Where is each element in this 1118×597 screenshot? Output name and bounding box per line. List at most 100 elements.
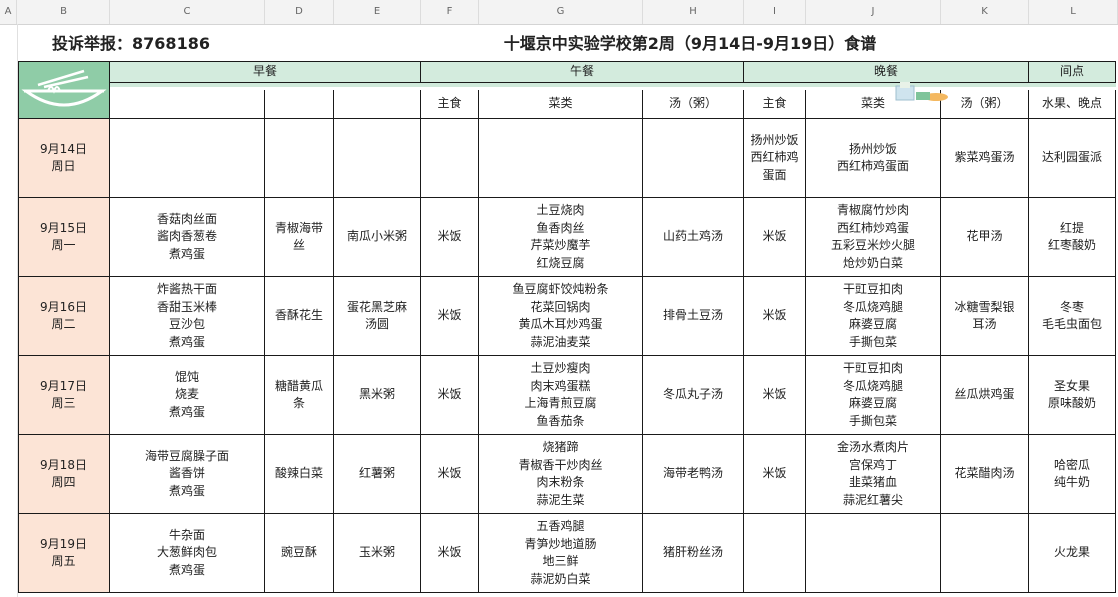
food-deco-icon: [895, 82, 948, 101]
lunch-staple-cell-text: 米饭: [437, 545, 462, 560]
breakfast-main-cell[interactable]: 香菇肉丝面 酱肉香葱卷 煮鸡蛋: [110, 198, 265, 277]
lunch-staple-cell[interactable]: 米饭: [421, 198, 479, 277]
dinner-staple-cell[interactable]: 扬州炒饭 西红柿鸡 蛋面: [744, 119, 806, 198]
breakfast-porridge-cell[interactable]: 蛋花黑芝麻 汤圆: [334, 277, 421, 356]
date-cell-text: 9月15日 周一: [40, 220, 87, 253]
breakfast-main-cell[interactable]: 馄饨 烧麦 煮鸡蛋: [110, 356, 265, 435]
section-snack-label: 间点: [1059, 63, 1084, 78]
breakfast-main-cell[interactable]: [110, 119, 265, 198]
column-header[interactable]: L: [1029, 0, 1118, 24]
subheader-b3[interactable]: [334, 90, 421, 119]
snack-cell[interactable]: 冬枣 毛毛虫面包: [1029, 277, 1116, 356]
subheader-snack[interactable]: 水果、晚点: [1029, 90, 1116, 119]
dinner-staple-cell-text: 扬州炒饭 西红柿鸡 蛋面: [750, 132, 799, 182]
lunch-dishes-cell-text: 土豆炒瘦肉 肉末鸡蛋糕 上海青煎豆腐 鱼香茄条: [524, 361, 597, 428]
breakfast-main-cell[interactable]: 炸酱热干面 香甜玉米棒 豆沙包 煮鸡蛋: [110, 277, 265, 356]
dinner-soup-cell[interactable]: 紫菜鸡蛋汤: [941, 119, 1029, 198]
dinner-dishes-cell[interactable]: 干豇豆扣肉 冬瓜烧鸡腿 麻婆豆腐 手撕包菜: [806, 277, 941, 356]
dinner-dishes-cell[interactable]: 金汤水煮肉片 宫保鸡丁 韭菜猪血 蒜泥红薯尖: [806, 435, 941, 514]
subheader-b1[interactable]: [110, 90, 265, 119]
lunch-dishes-cell[interactable]: [479, 119, 643, 198]
snack-cell[interactable]: 红提 红枣酸奶: [1029, 198, 1116, 277]
lunch-dishes-cell[interactable]: 五香鸡腿 青笋炒地道肠 地三鲜 蒜泥奶白菜: [479, 514, 643, 593]
snack-cell[interactable]: 火龙果: [1029, 514, 1116, 593]
column-header[interactable]: E: [334, 0, 421, 24]
breakfast-side-cell[interactable]: 青椒海带 丝: [265, 198, 334, 277]
breakfast-side-cell[interactable]: 酸辣白菜: [265, 435, 334, 514]
column-header[interactable]: D: [265, 0, 334, 24]
column-header[interactable]: K: [941, 0, 1029, 24]
breakfast-side-cell[interactable]: 豌豆酥: [265, 514, 334, 593]
dinner-staple-cell[interactable]: 米饭: [744, 356, 806, 435]
dinner-dishes-cell[interactable]: 扬州炒饭 西红柿鸡蛋面: [806, 119, 941, 198]
dinner-soup-cell[interactable]: 丝瓜烘鸡蛋: [941, 356, 1029, 435]
lunch-soup-cell[interactable]: 山药土鸡汤: [643, 198, 744, 277]
breakfast-side-cell[interactable]: 糖醋黄瓜 条: [265, 356, 334, 435]
snack-cell[interactable]: 哈密瓜 纯牛奶: [1029, 435, 1116, 514]
dinner-dishes-cell[interactable]: 青椒腐竹炒肉 西红柿炒鸡蛋 五彩豆米炒火腿 炝炒奶白菜: [806, 198, 941, 277]
subheader-lunch-soup[interactable]: 汤（粥）: [643, 90, 744, 119]
column-header[interactable]: G: [479, 0, 643, 24]
breakfast-porridge-cell[interactable]: 玉米粥: [334, 514, 421, 593]
date-cell[interactable]: 9月19日 周五: [18, 514, 110, 593]
dinner-staple-cell[interactable]: 米饭: [744, 277, 806, 356]
breakfast-side-cell[interactable]: 香酥花生: [265, 277, 334, 356]
lunch-dishes-cell[interactable]: 鱼豆腐虾饺炖粉条 花菜回锅肉 黄瓜木耳炒鸡蛋 蒜泥油麦菜: [479, 277, 643, 356]
breakfast-main-cell[interactable]: 海带豆腐臊子面 酱香饼 煮鸡蛋: [110, 435, 265, 514]
lunch-dishes-cell[interactable]: 土豆炒瘦肉 肉末鸡蛋糕 上海青煎豆腐 鱼香茄条: [479, 356, 643, 435]
column-header[interactable]: F: [421, 0, 479, 24]
breakfast-porridge-cell[interactable]: [334, 119, 421, 198]
dinner-staple-cell[interactable]: 米饭: [744, 435, 806, 514]
lunch-staple-cell[interactable]: 米饭: [421, 356, 479, 435]
subheader-b2[interactable]: [265, 90, 334, 119]
date-cell[interactable]: 9月16日 周二: [18, 277, 110, 356]
lunch-staple-cell[interactable]: 米饭: [421, 514, 479, 593]
breakfast-side-cell[interactable]: [265, 119, 334, 198]
lunch-soup-cell[interactable]: [643, 119, 744, 198]
lunch-soup-cell[interactable]: 排骨土豆汤: [643, 277, 744, 356]
lunch-staple-cell[interactable]: 米饭: [421, 277, 479, 356]
snack-cell[interactable]: 达利园蛋派: [1029, 119, 1116, 198]
dinner-staple-cell[interactable]: 米饭: [744, 198, 806, 277]
column-header[interactable]: J: [806, 0, 941, 24]
breakfast-porridge-cell-text: 红薯粥: [358, 466, 395, 481]
column-header[interactable]: C: [110, 0, 265, 24]
dinner-soup-cell[interactable]: 冰糖雪梨银 耳汤: [941, 277, 1029, 356]
column-header[interactable]: B: [18, 0, 110, 24]
dinner-staple-cell[interactable]: [744, 514, 806, 593]
subheader-dinner-staple[interactable]: 主食: [744, 90, 806, 119]
dinner-soup-cell[interactable]: [941, 514, 1029, 593]
lunch-dishes-cell-text: 土豆烧肉 鱼香肉丝 芹菜炒魔芋 红烧豆腐: [530, 203, 591, 270]
subheader-dinner-soup[interactable]: 汤（粥）: [941, 90, 1029, 119]
dinner-dishes-cell-text: 干豇豆扣肉 冬瓜烧鸡腿 麻婆豆腐 手撕包菜: [842, 361, 903, 428]
dinner-dishes-cell[interactable]: [806, 514, 941, 593]
dinner-soup-cell[interactable]: 花菜醋肉汤: [941, 435, 1029, 514]
lunch-soup-cell[interactable]: 冬瓜丸子汤: [643, 356, 744, 435]
column-header[interactable]: I: [744, 0, 806, 24]
lunch-soup-cell[interactable]: 猪肝粉丝汤: [643, 514, 744, 593]
breakfast-main-cell[interactable]: 牛杂面 大葱鲜肉包 煮鸡蛋: [110, 514, 265, 593]
lunch-staple-cell[interactable]: 米饭: [421, 435, 479, 514]
subheader-lunch-staple[interactable]: 主食: [421, 90, 479, 119]
subheader-lunch-dishes[interactable]: 菜类: [479, 90, 643, 119]
snack-cell[interactable]: 圣女果 原味酸奶: [1029, 356, 1116, 435]
lunch-staple-cell-text: 米饭: [437, 308, 462, 323]
date-cell[interactable]: 9月14日 周日: [18, 119, 110, 198]
subheader-lunch-soup-label: 汤（粥）: [668, 96, 717, 111]
dinner-dishes-cell[interactable]: 干豇豆扣肉 冬瓜烧鸡腿 麻婆豆腐 手撕包菜: [806, 356, 941, 435]
lunch-dishes-cell[interactable]: 烧猪蹄 青椒香干炒肉丝 肉末粉条 蒜泥生菜: [479, 435, 643, 514]
lunch-staple-cell[interactable]: [421, 119, 479, 198]
column-header[interactable]: H: [643, 0, 744, 24]
dinner-soup-cell[interactable]: 花甲汤: [941, 198, 1029, 277]
breakfast-porridge-cell[interactable]: 南瓜小米粥: [334, 198, 421, 277]
date-cell[interactable]: 9月17日 周三: [18, 356, 110, 435]
breakfast-side-cell-text: 青椒海带 丝: [274, 220, 323, 253]
breakfast-porridge-cell[interactable]: 红薯粥: [334, 435, 421, 514]
lunch-dishes-cell[interactable]: 土豆烧肉 鱼香肉丝 芹菜炒魔芋 红烧豆腐: [479, 198, 643, 277]
breakfast-porridge-cell[interactable]: 黑米粥: [334, 356, 421, 435]
date-cell[interactable]: 9月18日 周四: [18, 435, 110, 514]
breakfast-porridge-cell-text: 黑米粥: [358, 387, 395, 402]
lunch-soup-cell[interactable]: 海带老鸭汤: [643, 435, 744, 514]
date-cell[interactable]: 9月15日 周一: [18, 198, 110, 277]
column-header[interactable]: A: [0, 0, 17, 24]
